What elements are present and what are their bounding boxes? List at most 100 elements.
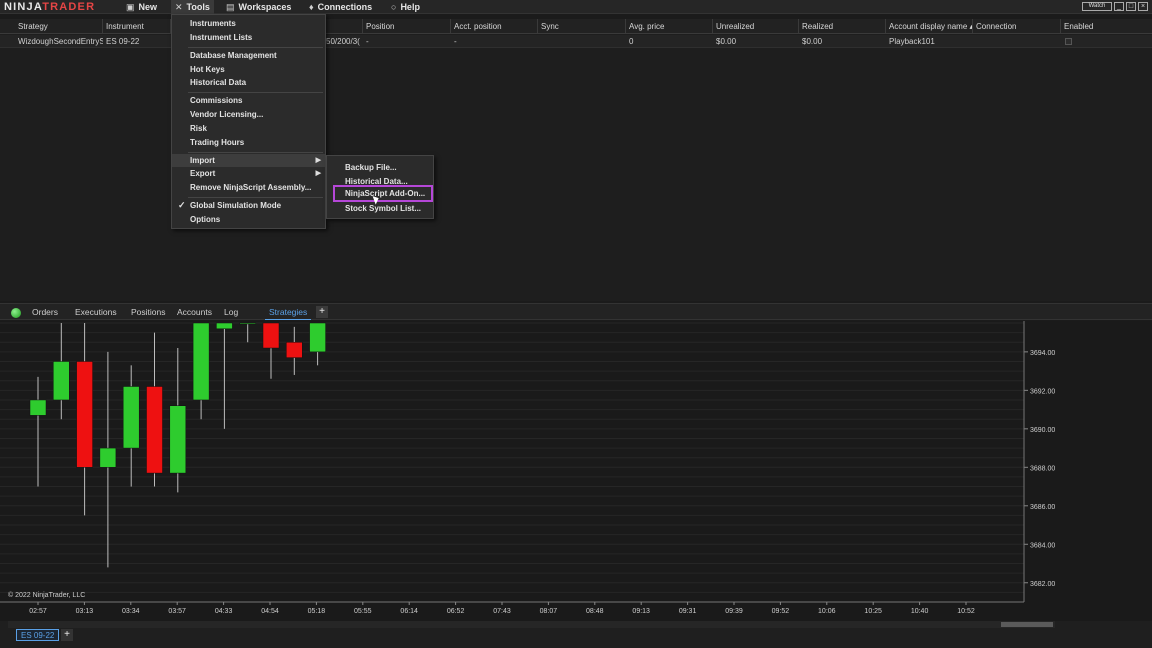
menu-item-options[interactable]: Options	[172, 213, 325, 226]
menu-separator	[188, 152, 323, 153]
cell-realized: $0.00	[802, 37, 823, 46]
y-tick-label: 3682.00	[1030, 581, 1055, 588]
menu-item-risk[interactable]: Risk	[172, 122, 325, 135]
menu-item-instrument-lists[interactable]: Instrument Lists	[172, 31, 325, 44]
col-acct-position[interactable]: Acct. position	[451, 19, 538, 34]
tools-icon: ✕	[175, 2, 183, 12]
chart-copyright: © 2022 NinjaTrader, LLC	[8, 591, 85, 599]
candle-body	[192, 322, 210, 401]
col-account-display-name[interactable]: Account display name ▴	[886, 19, 973, 34]
submenu-arrow-icon: ▶	[315, 170, 321, 177]
watch-button[interactable]: Watch	[1082, 2, 1112, 11]
x-tick-label: 03:13	[76, 608, 94, 615]
col-parameters[interactable]	[325, 19, 363, 34]
menu-item-export[interactable]: Export ▶	[172, 167, 325, 180]
horizontal-scrollbar[interactable]	[8, 621, 1055, 628]
y-tick-label: 3688.00	[1030, 465, 1055, 472]
add-tab-button[interactable]: +	[316, 306, 328, 318]
menu-item-import[interactable]: Import ▶	[172, 154, 325, 167]
y-tick-label: 3690.00	[1030, 427, 1055, 434]
menu-item-global-simulation-mode[interactable]: ✓ Global Simulation Mode	[172, 199, 325, 212]
scrollbar-thumb[interactable]	[1001, 622, 1053, 627]
tools-dropdown-menu: Instruments Instrument Lists Database Ma…	[171, 14, 326, 229]
candle-body	[169, 405, 187, 474]
y-tick-label: 3694.00	[1030, 350, 1055, 357]
close-button[interactable]: ×	[1138, 2, 1148, 11]
help-icon: ○	[391, 2, 397, 12]
candle-body	[122, 386, 140, 449]
candle-body	[286, 341, 303, 358]
cell-account: Playback101	[889, 37, 935, 46]
menu-item-commissions[interactable]: Commissions	[172, 94, 325, 107]
col-enabled[interactable]: Enabled	[1061, 19, 1152, 34]
x-tick-label: 08:07	[540, 608, 558, 615]
tab-log[interactable]: Log	[224, 304, 238, 320]
cell-position: -	[366, 37, 369, 46]
y-tick-label: 3684.00	[1030, 542, 1055, 549]
new-window-icon: ▣	[126, 2, 135, 12]
add-instrument-tab-button[interactable]: +	[61, 629, 73, 641]
tab-executions[interactable]: Executions	[75, 304, 117, 320]
cell-connection	[973, 35, 1061, 48]
candle-body	[53, 361, 70, 401]
col-strategy[interactable]: Strategy	[15, 19, 103, 34]
tab-positions[interactable]: Positions	[131, 304, 166, 320]
menu-item-historical-data[interactable]: Historical Data	[172, 76, 325, 89]
menu-tools[interactable]: ✕ Tools	[171, 0, 214, 14]
chart-canvas[interactable]: 3694.00 3692.00 3690.00 3688.00 3686.00 3684.…	[0, 321, 1152, 621]
menu-item-instruments[interactable]: Instruments	[172, 17, 325, 30]
x-tick-label: 10:40	[911, 608, 929, 615]
menu-separator	[188, 197, 323, 198]
submenu-item-ninjascript-add-on[interactable]: NinjaScript Add-On...	[333, 185, 433, 202]
col-instrument[interactable]: Instrument	[103, 19, 171, 34]
col-connection[interactable]: Connection	[973, 19, 1061, 34]
menu-help[interactable]: ○ Help	[391, 0, 420, 14]
menu-workspaces[interactable]: ▤ Workspaces	[226, 0, 291, 14]
tab-orders[interactable]: Orders	[32, 304, 58, 320]
chart-bottom-bar: ES 09-22 +	[0, 621, 1152, 648]
menu-separator	[188, 92, 323, 93]
menu-item-trading-hours[interactable]: Trading Hours	[172, 136, 325, 149]
x-tick-label: 04:33	[215, 608, 233, 615]
x-tick-label: 10:52	[957, 608, 975, 615]
cell-parameters: 50/200/3(	[326, 37, 360, 46]
col-unrealized[interactable]: Unrealized	[713, 19, 799, 34]
menu-item-remove-ninjascript-assembly[interactable]: Remove NinjaScript Assembly...	[172, 181, 325, 194]
submenu-item-backup-file[interactable]: Backup File...	[327, 161, 433, 174]
workspaces-icon: ▤	[226, 2, 235, 12]
tab-strategies[interactable]: Strategies	[265, 304, 312, 320]
ninjatrader-logo: NINJATRADER	[4, 1, 96, 13]
menu-item-vendor-licensing[interactable]: Vendor Licensing...	[172, 108, 325, 121]
menu-item-hot-keys[interactable]: Hot Keys	[172, 63, 325, 76]
x-tick-label: 04:54	[261, 608, 279, 615]
tab-accounts[interactable]: Accounts	[177, 304, 212, 320]
instrument-tab[interactable]: ES 09-22	[16, 629, 60, 641]
menu-bar: NINJATRADER ▣ New ✕ Tools ▤ Workspaces ♦ Con…	[0, 0, 1152, 14]
submenu-item-stock-symbol-list[interactable]: Stock Symbol List...	[327, 202, 433, 215]
candle-body	[216, 322, 233, 330]
col-realized[interactable]: Realized	[799, 19, 886, 34]
menu-connections[interactable]: ♦ Connections	[309, 0, 372, 14]
x-tick-label: 09:52	[772, 608, 790, 615]
x-tick-label: 08:48	[586, 608, 604, 615]
candle-body	[146, 386, 163, 474]
restore-button[interactable]: □	[1126, 2, 1136, 11]
price-chart[interactable]: 3694.00 3692.00 3690.00 3688.00 3686.00 3684.…	[0, 321, 1152, 621]
menu-item-database-management[interactable]: Database Management	[172, 49, 325, 62]
col-sync[interactable]: Sync	[538, 19, 626, 34]
x-tick-label: 03:57	[168, 608, 186, 615]
minimize-button[interactable]: _	[1114, 2, 1124, 11]
x-tick-label: 09:13	[632, 608, 650, 615]
candle-body	[239, 322, 256, 325]
candle-body	[29, 399, 47, 416]
col-position[interactable]: Position	[363, 19, 451, 34]
enabled-checkbox[interactable]	[1065, 38, 1072, 45]
x-tick-label: 02:57	[29, 608, 47, 615]
menu-new[interactable]: ▣ New	[126, 0, 157, 14]
x-tick-label: 10:06	[818, 608, 836, 615]
y-tick-label: 3692.00	[1030, 388, 1055, 395]
cell-strategy: WizdoughSecondEntrySt	[18, 37, 103, 46]
menu-separator	[188, 47, 323, 48]
col-avg-price[interactable]: Avg. price	[626, 19, 713, 34]
candle-body	[99, 447, 117, 468]
